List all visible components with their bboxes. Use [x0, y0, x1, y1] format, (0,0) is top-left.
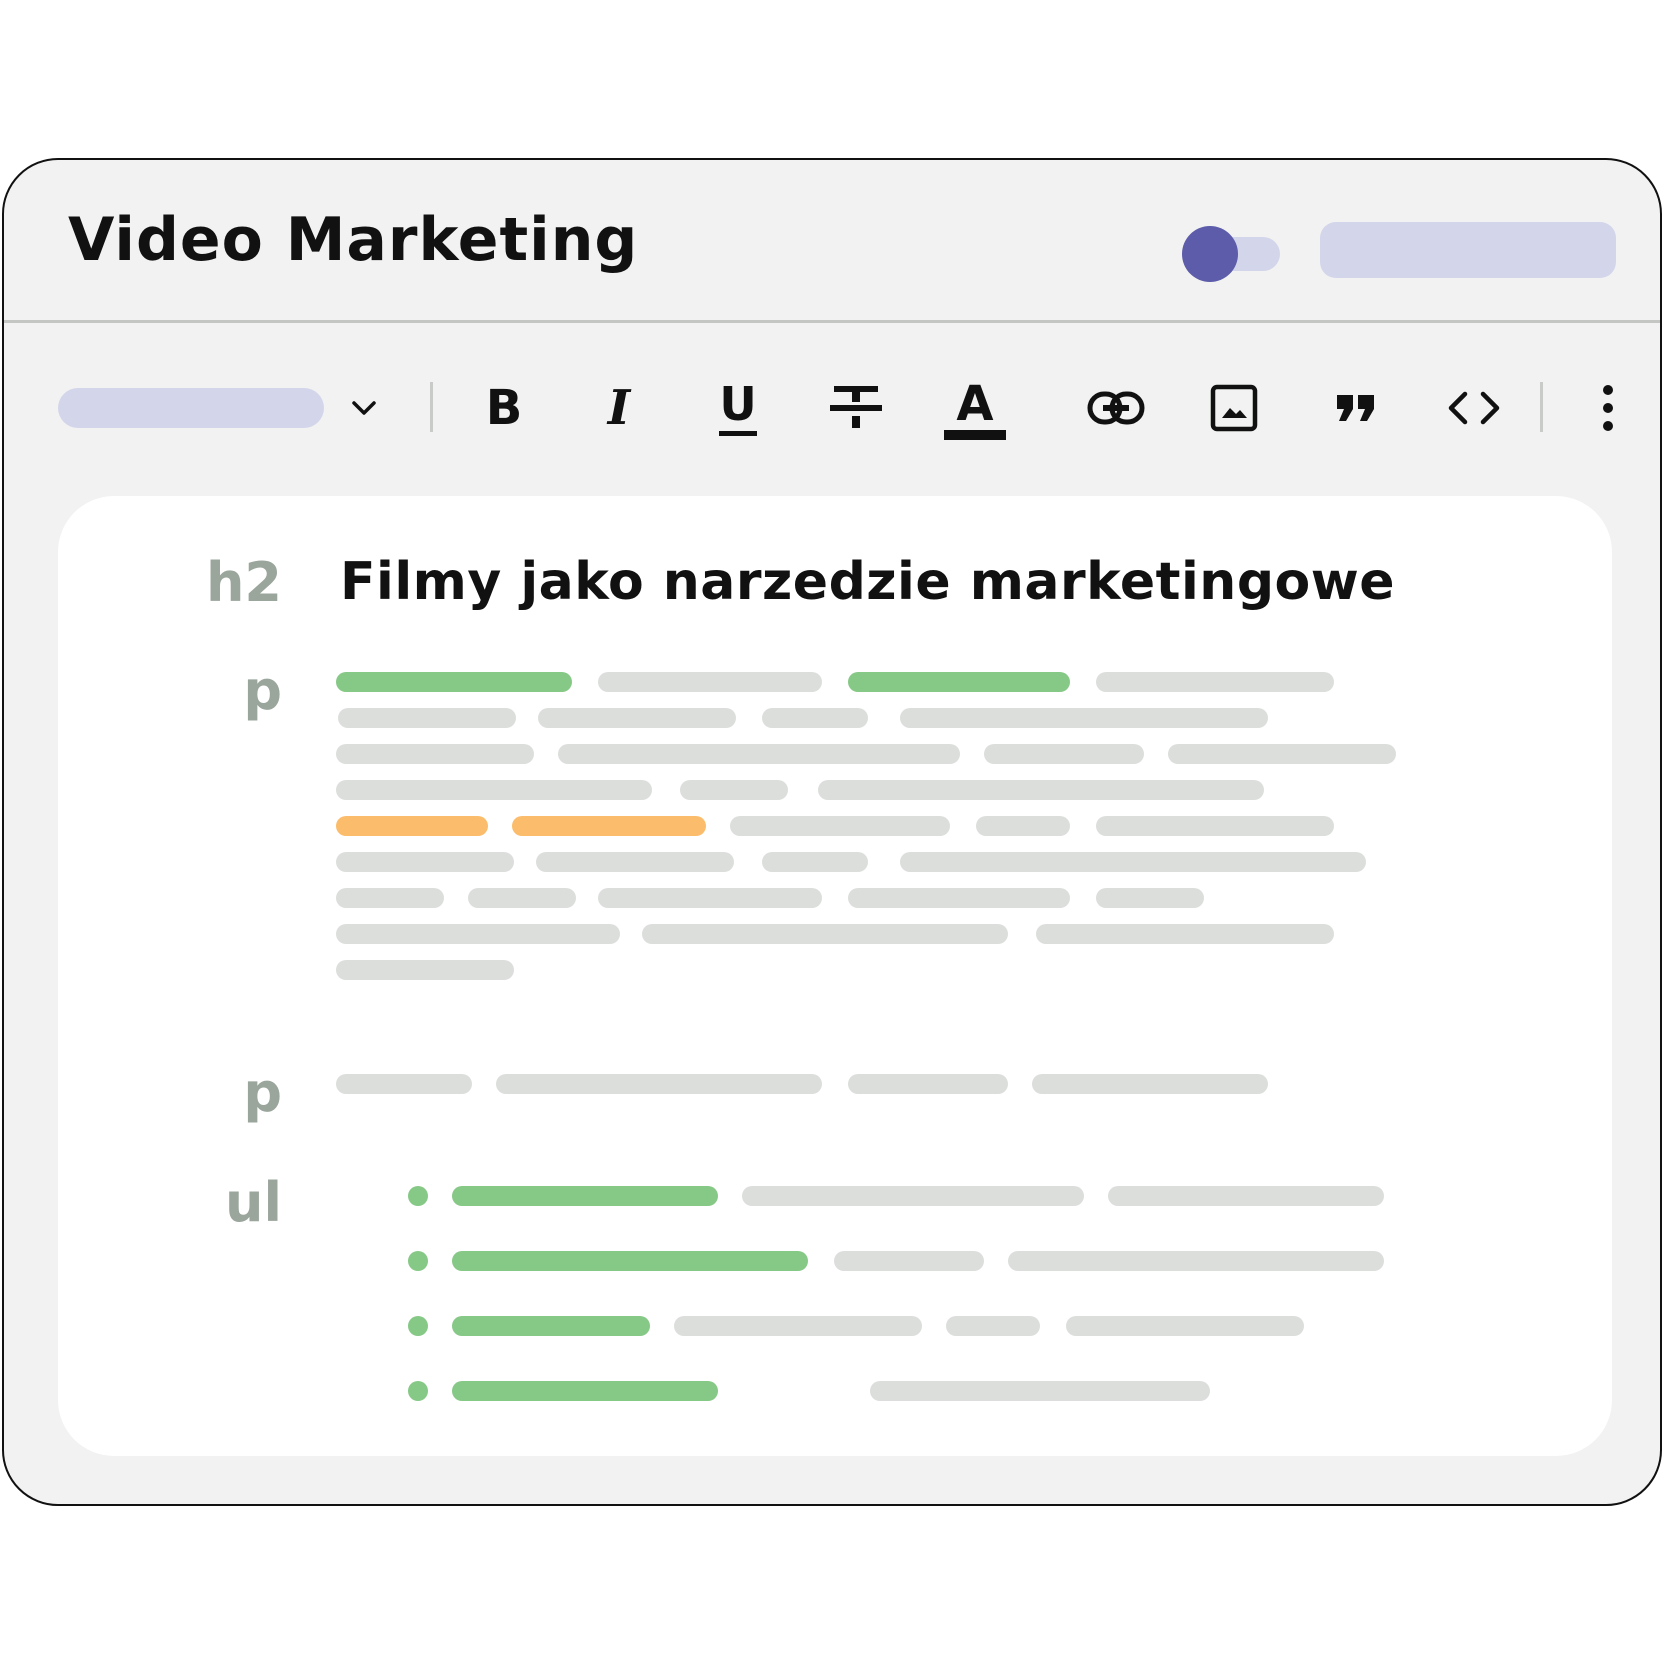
text-line — [870, 1381, 1210, 1401]
text-line — [900, 852, 1366, 872]
text-line — [538, 708, 736, 728]
bullet-dot-icon — [408, 1381, 428, 1401]
header-divider — [4, 320, 1660, 323]
text-line — [598, 672, 822, 692]
text-line-highlight — [452, 1316, 650, 1336]
page-title: Video Marketing — [68, 205, 639, 275]
text-line — [336, 888, 444, 908]
block-format-select[interactable] — [58, 388, 324, 428]
text-line — [762, 852, 868, 872]
bold-button[interactable]: B — [474, 380, 534, 436]
text-line — [336, 852, 514, 872]
link-icon[interactable] — [1086, 380, 1146, 436]
text-line-highlight — [336, 672, 572, 692]
publish-toggle[interactable] — [1182, 224, 1282, 284]
block-tag-p: p — [243, 1061, 282, 1124]
bullet-dot-icon — [408, 1251, 428, 1271]
text-line-highlight — [452, 1251, 808, 1271]
text-line-highlight — [848, 672, 1070, 692]
text-line — [1096, 672, 1334, 692]
text-line — [762, 708, 868, 728]
text-line — [680, 780, 788, 800]
text-line — [336, 924, 620, 944]
header-action-button[interactable] — [1320, 222, 1616, 278]
text-line-highlight — [336, 816, 488, 836]
editor-content[interactable]: h2 Filmy jako narzedzie marketingowe p p… — [58, 496, 1612, 1456]
underline-label: U — [719, 376, 757, 431]
block-tag-ul: ul — [225, 1171, 282, 1234]
code-icon[interactable] — [1444, 380, 1504, 436]
text-line — [1008, 1251, 1384, 1271]
text-line — [536, 852, 734, 872]
toolbar-separator — [1540, 382, 1543, 432]
text-line — [336, 1074, 472, 1094]
strikethrough-icon[interactable] — [828, 378, 884, 438]
text-line — [1036, 924, 1334, 944]
text-line — [468, 888, 576, 908]
block-tag-h2: h2 — [205, 551, 282, 614]
underline-rule — [719, 430, 757, 436]
article-heading[interactable]: Filmy jako narzedzie marketingowe — [340, 556, 1395, 608]
bullet-dot-icon — [408, 1316, 428, 1336]
more-options-icon[interactable] — [1596, 378, 1620, 438]
text-line — [1096, 888, 1204, 908]
text-line — [338, 708, 516, 728]
text-line — [598, 888, 822, 908]
text-line — [730, 816, 950, 836]
text-line — [336, 744, 534, 764]
text-line — [558, 744, 960, 764]
underline-button[interactable]: U — [708, 372, 768, 444]
text-line — [1066, 1316, 1304, 1336]
text-line — [496, 1074, 822, 1094]
text-line — [642, 924, 1008, 944]
text-line — [834, 1251, 984, 1271]
text-line — [984, 744, 1144, 764]
text-line-highlight — [452, 1186, 718, 1206]
text-color-button[interactable]: A — [942, 370, 1008, 450]
text-line — [848, 1074, 1008, 1094]
text-line — [336, 960, 514, 980]
text-line — [946, 1316, 1040, 1336]
text-line — [976, 816, 1070, 836]
text-line — [818, 780, 1264, 800]
editor-window: Video Marketing B I U A h2 Filmy jako na… — [2, 158, 1662, 1506]
text-line — [1096, 816, 1334, 836]
text-line — [848, 888, 1070, 908]
text-line-highlight — [512, 816, 706, 836]
italic-button[interactable]: I — [594, 380, 644, 436]
block-tag-p: p — [243, 659, 282, 722]
text-line — [336, 780, 652, 800]
text-color-swatch — [944, 430, 1006, 440]
text-line — [1168, 744, 1396, 764]
image-icon[interactable] — [1206, 378, 1262, 438]
text-line — [1032, 1074, 1268, 1094]
text-line — [1108, 1186, 1384, 1206]
toolbar-separator — [430, 382, 433, 432]
chevron-down-icon[interactable] — [344, 388, 384, 428]
text-line — [674, 1316, 922, 1336]
toggle-knob — [1182, 226, 1238, 282]
bullet-dot-icon — [408, 1186, 428, 1206]
text-line — [742, 1186, 1084, 1206]
text-color-label: A — [956, 376, 994, 432]
text-line-highlight — [452, 1381, 718, 1401]
quote-icon[interactable] — [1328, 380, 1384, 436]
text-line — [900, 708, 1268, 728]
